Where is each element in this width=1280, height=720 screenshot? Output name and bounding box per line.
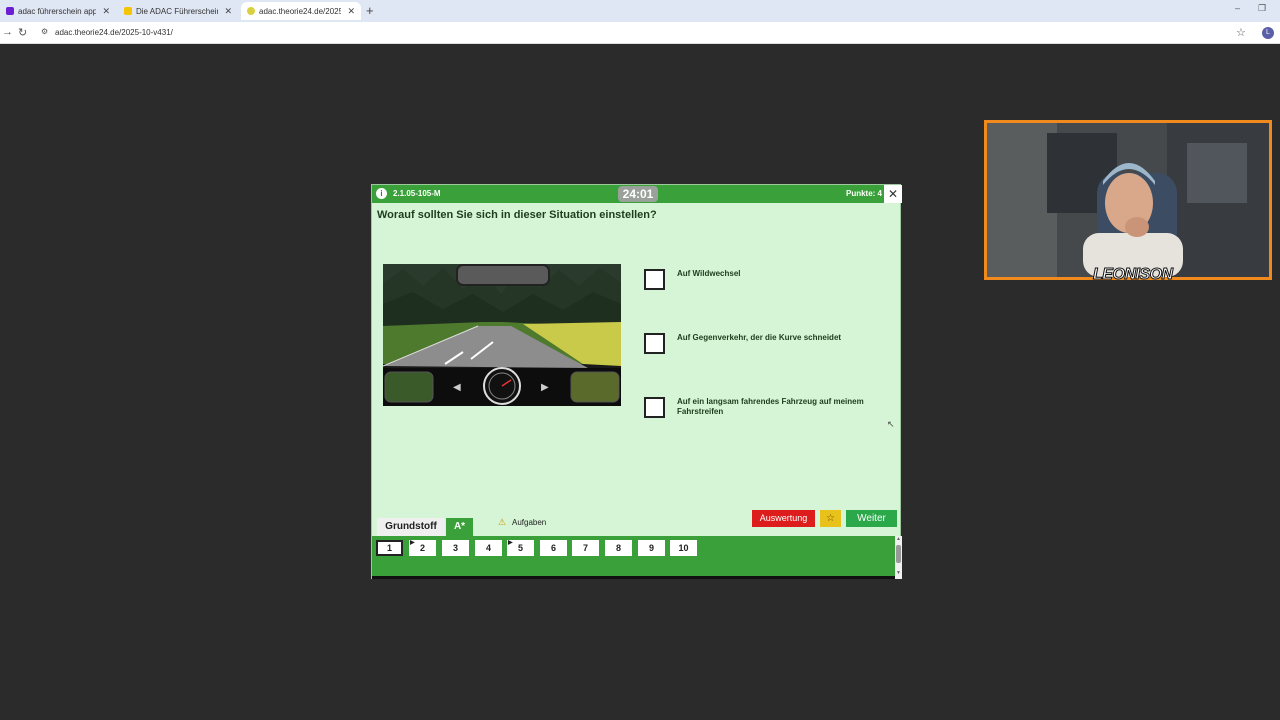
question-number-button[interactable]: 3 — [442, 540, 469, 556]
answer-text-3: Auf ein langsam fahrendes Fahrzeug auf m… — [677, 397, 864, 416]
question-number-label: 2 — [419, 543, 425, 553]
question-number-button[interactable]: 8 — [605, 540, 632, 556]
section-tab-grundstoff[interactable]: Grundstoff — [377, 518, 445, 536]
streamer-name-logo: LEONISON — [1093, 266, 1174, 284]
question-number-button[interactable]: ▶ 2 — [409, 540, 436, 556]
license-class-badge[interactable]: A* — [446, 518, 473, 536]
question-navigation-bar: 1 ▶ 2 3 4 ▶ 5 6 7 8 9 10 — [372, 536, 902, 579]
question-id: 2.1.05-105-M — [393, 189, 441, 198]
bottom-border — [372, 576, 902, 579]
question-text: Worauf sollten Sie sich in dieser Situat… — [377, 209, 657, 221]
adac-favicon-icon — [124, 7, 132, 15]
timer: 24:01 — [618, 186, 658, 202]
question-number-label: 3 — [452, 543, 458, 553]
tab-close-icon[interactable]: ✕ — [347, 6, 355, 17]
info-icon[interactable]: i — [376, 188, 387, 199]
question-number-button[interactable]: 9 — [638, 540, 665, 556]
close-button[interactable]: ✕ — [884, 185, 902, 203]
question-number-button[interactable]: 4 — [475, 540, 502, 556]
answer-checkbox-2[interactable] — [644, 333, 665, 354]
question-number-label: 10 — [678, 543, 689, 553]
next-button[interactable]: Weiter — [846, 510, 897, 527]
flag-icon: ▶ — [508, 540, 513, 546]
scroll-down-icon[interactable]: ▼ — [896, 570, 901, 576]
driving-scene-illustration: ◀ ▶ — [383, 264, 621, 406]
webcam-overlay — [984, 120, 1272, 280]
question-number-label: 9 — [648, 543, 654, 553]
answer-text-1: Auf Wildwechsel — [677, 269, 741, 278]
question-number-label: 5 — [517, 543, 523, 553]
bookmark-star-icon[interactable]: ☆ — [1236, 26, 1246, 39]
warning-icon: ⚠ — [498, 517, 507, 527]
answer-checkbox-3[interactable] — [644, 397, 665, 418]
answer-text-2: Auf Gegenverkehr, der die Kurve schneide… — [677, 333, 842, 342]
tab-label: Die ADAC Führerschein App — [136, 6, 219, 16]
tab-close-icon[interactable]: ✕ — [224, 6, 232, 17]
favorite-star-button[interactable]: ☆ — [820, 510, 841, 527]
question-list-scrollbar[interactable]: ▲ ▼ — [895, 536, 902, 579]
browser-tab-adac-app[interactable]: Die ADAC Führerschein App ✕ — [118, 2, 238, 20]
scroll-up-icon[interactable]: ▲ — [896, 536, 901, 542]
browser-tab-theorie24[interactable]: adac.theorie24.de/2025-10-v43 ✕ — [241, 2, 361, 20]
question-number-label: 4 — [485, 543, 491, 553]
webcam-scene — [987, 123, 1269, 277]
site-settings-icon[interactable]: ⚙ — [41, 27, 48, 36]
question-number-button[interactable]: 6 — [540, 540, 567, 556]
question-number-button[interactable]: 10 — [670, 540, 697, 556]
forward-icon[interactable]: → — [2, 26, 13, 38]
tab-label: adac führerschein app - Yahoo — [18, 6, 97, 16]
scrollbar-thumb[interactable] — [896, 545, 901, 563]
mouse-cursor-icon: ↖ — [887, 419, 895, 429]
address-bar-row: → ↻ ⚙ adac.theorie24.de/2025-10-v431/ ☆ — [0, 22, 1280, 44]
driving-situation-image: ◀ ▶ — [383, 264, 621, 406]
reload-icon[interactable]: ↻ — [18, 26, 27, 39]
tab-label: adac.theorie24.de/2025-10-v43 — [259, 6, 342, 16]
quiz-header: i 2.1.05-105-M 24:01 Punkte: 4 ✕ — [372, 185, 902, 203]
question-number-label: 8 — [615, 543, 621, 553]
answer-checkbox-1[interactable] — [644, 269, 665, 290]
new-tab-button[interactable]: + — [366, 3, 374, 18]
restore-icon[interactable]: ❐ — [1258, 3, 1266, 14]
svg-text:▶: ▶ — [541, 382, 549, 393]
question-number-button[interactable]: 1 — [376, 540, 403, 556]
question-number-label: 7 — [582, 543, 588, 553]
profile-avatar[interactable]: L — [1262, 27, 1274, 39]
question-number-button[interactable]: 7 — [572, 540, 599, 556]
question-number-button[interactable]: ▶ 5 — [507, 540, 534, 556]
points-display: Punkte: 4 — [845, 189, 882, 198]
question-number-label: 6 — [550, 543, 556, 553]
quiz-window: i 2.1.05-105-M 24:01 Punkte: 4 ✕ Worauf … — [371, 184, 902, 579]
flag-icon: ▶ — [410, 540, 415, 546]
browser-tab-bar: adac führerschein app - Yahoo ✕ Die ADAC… — [0, 0, 1280, 22]
theorie24-favicon-icon — [247, 7, 255, 15]
url-input[interactable]: adac.theorie24.de/2025-10-v431/ — [55, 28, 173, 37]
browser-tab-yahoo[interactable]: adac führerschein app - Yahoo ✕ — [0, 2, 116, 20]
evaluate-button[interactable]: Auswertung — [752, 510, 815, 527]
question-number-label: 1 — [386, 543, 392, 553]
svg-text:◀: ◀ — [453, 382, 461, 393]
yahoo-favicon-icon — [6, 7, 14, 15]
tasks-link[interactable]: Aufgaben — [512, 518, 546, 527]
minimize-icon[interactable]: – — [1235, 3, 1240, 13]
tab-close-icon[interactable]: ✕ — [102, 6, 110, 17]
